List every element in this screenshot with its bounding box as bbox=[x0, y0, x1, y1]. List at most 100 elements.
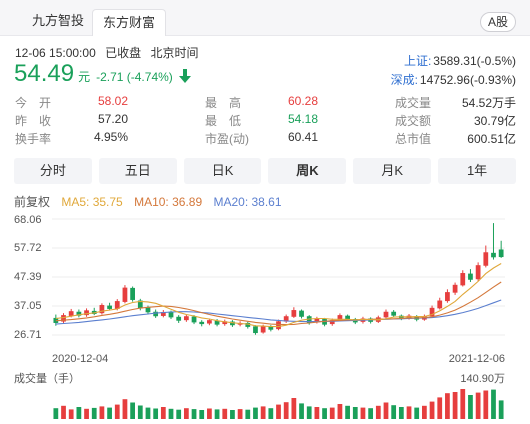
volume-bar bbox=[398, 407, 404, 419]
volume-bar bbox=[91, 407, 97, 419]
volume-bar bbox=[260, 406, 266, 419]
candle-body bbox=[176, 316, 182, 321]
volume-bar bbox=[445, 393, 450, 419]
volume-bar bbox=[491, 389, 496, 419]
volume-bar bbox=[276, 404, 281, 419]
low-label: 最 低 bbox=[205, 114, 242, 128]
amount-label: 成交额 bbox=[395, 114, 432, 128]
volume-bar bbox=[145, 407, 151, 419]
candle-body bbox=[207, 320, 212, 324]
candle-body bbox=[299, 310, 304, 317]
quote-datetime: 12-06 15:00:00 bbox=[15, 46, 96, 60]
market-cap-value: 600.51亿 bbox=[467, 132, 516, 146]
volume-bar bbox=[360, 407, 366, 419]
candle-body bbox=[153, 311, 159, 317]
volume-bar bbox=[329, 407, 335, 419]
candles bbox=[53, 223, 504, 335]
down-arrow-icon bbox=[178, 69, 191, 83]
candle-body bbox=[445, 292, 450, 302]
y-tick-label: 68.06 bbox=[14, 214, 42, 226]
volume-bar bbox=[107, 407, 112, 419]
low-value: 54.18 bbox=[287, 112, 318, 126]
high-value: 60.28 bbox=[287, 94, 318, 108]
volume-bar bbox=[114, 404, 120, 419]
tab-monthly-k[interactable]: 月K bbox=[353, 158, 432, 184]
volume-value: 54.52万手 bbox=[461, 96, 516, 110]
volume-bar bbox=[230, 410, 235, 419]
y-tick-label: 37.05 bbox=[14, 300, 42, 312]
volume-bar bbox=[375, 405, 381, 419]
open-value: 58.02 bbox=[97, 94, 128, 108]
weekly-k-chart[interactable]: 68.06 57.72 47.39 37.05 26.71 2020-12-04… bbox=[0, 205, 530, 424]
volume-max-label: 140.90万 bbox=[460, 373, 505, 385]
candle-body bbox=[460, 273, 466, 286]
market-badge[interactable]: A股 bbox=[480, 12, 516, 32]
tab-jiufang[interactable]: 九方智投 bbox=[22, 8, 94, 34]
volume-bar bbox=[483, 390, 489, 419]
candle-body bbox=[68, 311, 74, 316]
index-shanghai-value: 3589.31(-0.5%) bbox=[433, 54, 516, 68]
volume-bar bbox=[99, 406, 105, 419]
volume-bar bbox=[214, 409, 220, 419]
volume-bar bbox=[368, 408, 374, 419]
volume-bar bbox=[345, 405, 350, 419]
prev-close-label: 昨 收 bbox=[15, 114, 52, 128]
index-shenzhen[interactable]: 深成: 14752.96(-0.93%) bbox=[391, 71, 516, 88]
volume-axis-label: 成交量（手） bbox=[14, 371, 80, 385]
volume-bar bbox=[414, 407, 420, 419]
volume-bar bbox=[153, 408, 159, 419]
tab-intraday[interactable]: 分时 bbox=[14, 158, 92, 184]
high-label: 最 高 bbox=[205, 96, 242, 110]
volume-bar bbox=[291, 398, 297, 419]
volume-bar bbox=[137, 405, 143, 419]
volume-bar bbox=[84, 408, 89, 419]
amount-value: 30.79亿 bbox=[473, 114, 516, 128]
volume-bar bbox=[199, 410, 205, 419]
price-row: 54.49 元 -2.71 (-4.74%) bbox=[14, 60, 191, 90]
volume-bar bbox=[176, 409, 182, 419]
candle-body bbox=[491, 252, 496, 258]
volume-bar bbox=[429, 401, 435, 419]
candle-body bbox=[391, 311, 397, 316]
volume-bar bbox=[306, 406, 312, 419]
candle-body bbox=[291, 310, 297, 317]
candle-body bbox=[122, 287, 128, 302]
volume-bar bbox=[337, 404, 343, 419]
candle-body bbox=[498, 249, 504, 258]
volume-bar bbox=[460, 389, 466, 419]
volume-bar bbox=[168, 408, 174, 419]
volume-bar bbox=[352, 407, 358, 419]
candle-body bbox=[437, 300, 443, 309]
tab-daily-k[interactable]: 日K bbox=[183, 158, 262, 184]
volume-bar bbox=[283, 402, 289, 419]
quote-time-row: 12-06 15:00:00 已收盘 北京时间 bbox=[15, 44, 204, 61]
volume-bar bbox=[299, 403, 304, 419]
price-unit: 元 bbox=[78, 70, 91, 84]
candle-body bbox=[199, 321, 205, 325]
candle-body bbox=[183, 316, 189, 321]
tab-one-year[interactable]: 1年 bbox=[438, 158, 516, 184]
volume-bar bbox=[237, 409, 243, 419]
volume-bar bbox=[406, 406, 412, 419]
volume-bar bbox=[268, 408, 274, 419]
turnover-value: 4.95% bbox=[93, 130, 128, 144]
tab-weekly-k[interactable]: 周K bbox=[268, 158, 347, 184]
volume-bar bbox=[322, 408, 327, 419]
volume-bar bbox=[191, 409, 197, 419]
y-tick-label: 47.39 bbox=[14, 271, 42, 283]
volume-bar bbox=[498, 400, 504, 419]
tab-five-day[interactable]: 五日 bbox=[98, 158, 177, 184]
current-price: 54.49 bbox=[14, 60, 75, 87]
volume-bar bbox=[437, 397, 443, 419]
tab-eastmoney[interactable]: 东方财富 bbox=[92, 9, 167, 36]
index-shanghai[interactable]: 上证: 3589.31(-0.5%) bbox=[404, 52, 516, 69]
quote-stats: 今 开 58.02 昨 收 57.20 换手率 4.95% 最 高 60.28 … bbox=[0, 92, 530, 150]
candle-body bbox=[253, 326, 258, 334]
volume-bar bbox=[160, 407, 166, 419]
x-end-label: 2021-12-06 bbox=[449, 353, 505, 365]
volume-bar bbox=[122, 399, 128, 419]
volume-bar bbox=[253, 407, 258, 419]
volume-bar bbox=[130, 402, 135, 419]
volume-bar bbox=[76, 407, 82, 419]
candle-body bbox=[276, 321, 281, 330]
